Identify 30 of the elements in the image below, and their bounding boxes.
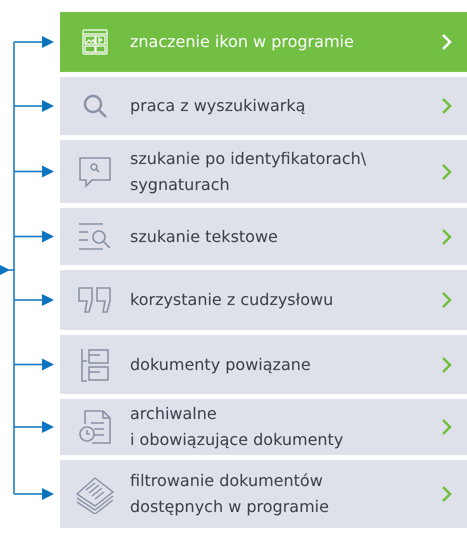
search-icon bbox=[82, 93, 108, 119]
menu-item[interactable]: szukanie po identyfikatorach\ sygnaturach bbox=[60, 140, 467, 203]
chevron-right-icon bbox=[441, 228, 452, 244]
chevron-right-icon bbox=[441, 356, 452, 372]
search-bubble-icon bbox=[78, 156, 112, 188]
quotes-icon bbox=[78, 287, 112, 313]
menu-item-label: szukanie tekstowe bbox=[130, 226, 279, 248]
menu-item-label: korzystanie z cudzysłowu bbox=[130, 289, 334, 311]
chevron-right-icon bbox=[441, 34, 452, 50]
chevron-right-icon bbox=[441, 98, 452, 114]
menu-item[interactable]: korzystanie z cudzysłowu bbox=[60, 270, 467, 330]
document-clock-icon bbox=[78, 410, 112, 444]
linked-documents-icon bbox=[80, 348, 110, 382]
menu-item-label: znaczenie ikon w programie bbox=[130, 31, 355, 53]
image-grid-icon bbox=[82, 29, 108, 55]
menu-item-label: praca z wyszukiwarką bbox=[130, 95, 306, 117]
chevron-right-icon bbox=[441, 419, 452, 435]
menu-item-label: filtrowanie dokumentów dostępnych w programie bbox=[130, 470, 330, 518]
menu-item-label: szukanie po identyfikatorach\ sygnaturach bbox=[130, 148, 368, 196]
chevron-right-icon bbox=[441, 292, 452, 308]
menu-item[interactable]: archiwalne i obowiązujące dokumenty bbox=[60, 399, 467, 455]
menu-item-label: dokumenty powiązane bbox=[130, 354, 312, 376]
chevron-right-icon bbox=[441, 486, 452, 502]
menu-item[interactable]: szukanie tekstowe bbox=[60, 208, 467, 265]
text-search-icon bbox=[78, 222, 112, 252]
chevron-right-icon bbox=[441, 164, 452, 180]
menu-item[interactable]: dokumenty powiązane bbox=[60, 335, 467, 394]
menu-item[interactable]: praca z wyszukiwarką bbox=[60, 77, 467, 135]
menu-item[interactable]: filtrowanie dokumentów dostępnych w programie bbox=[60, 460, 467, 528]
menu-item-label: archiwalne i obowiązujące dokumenty bbox=[130, 403, 344, 451]
